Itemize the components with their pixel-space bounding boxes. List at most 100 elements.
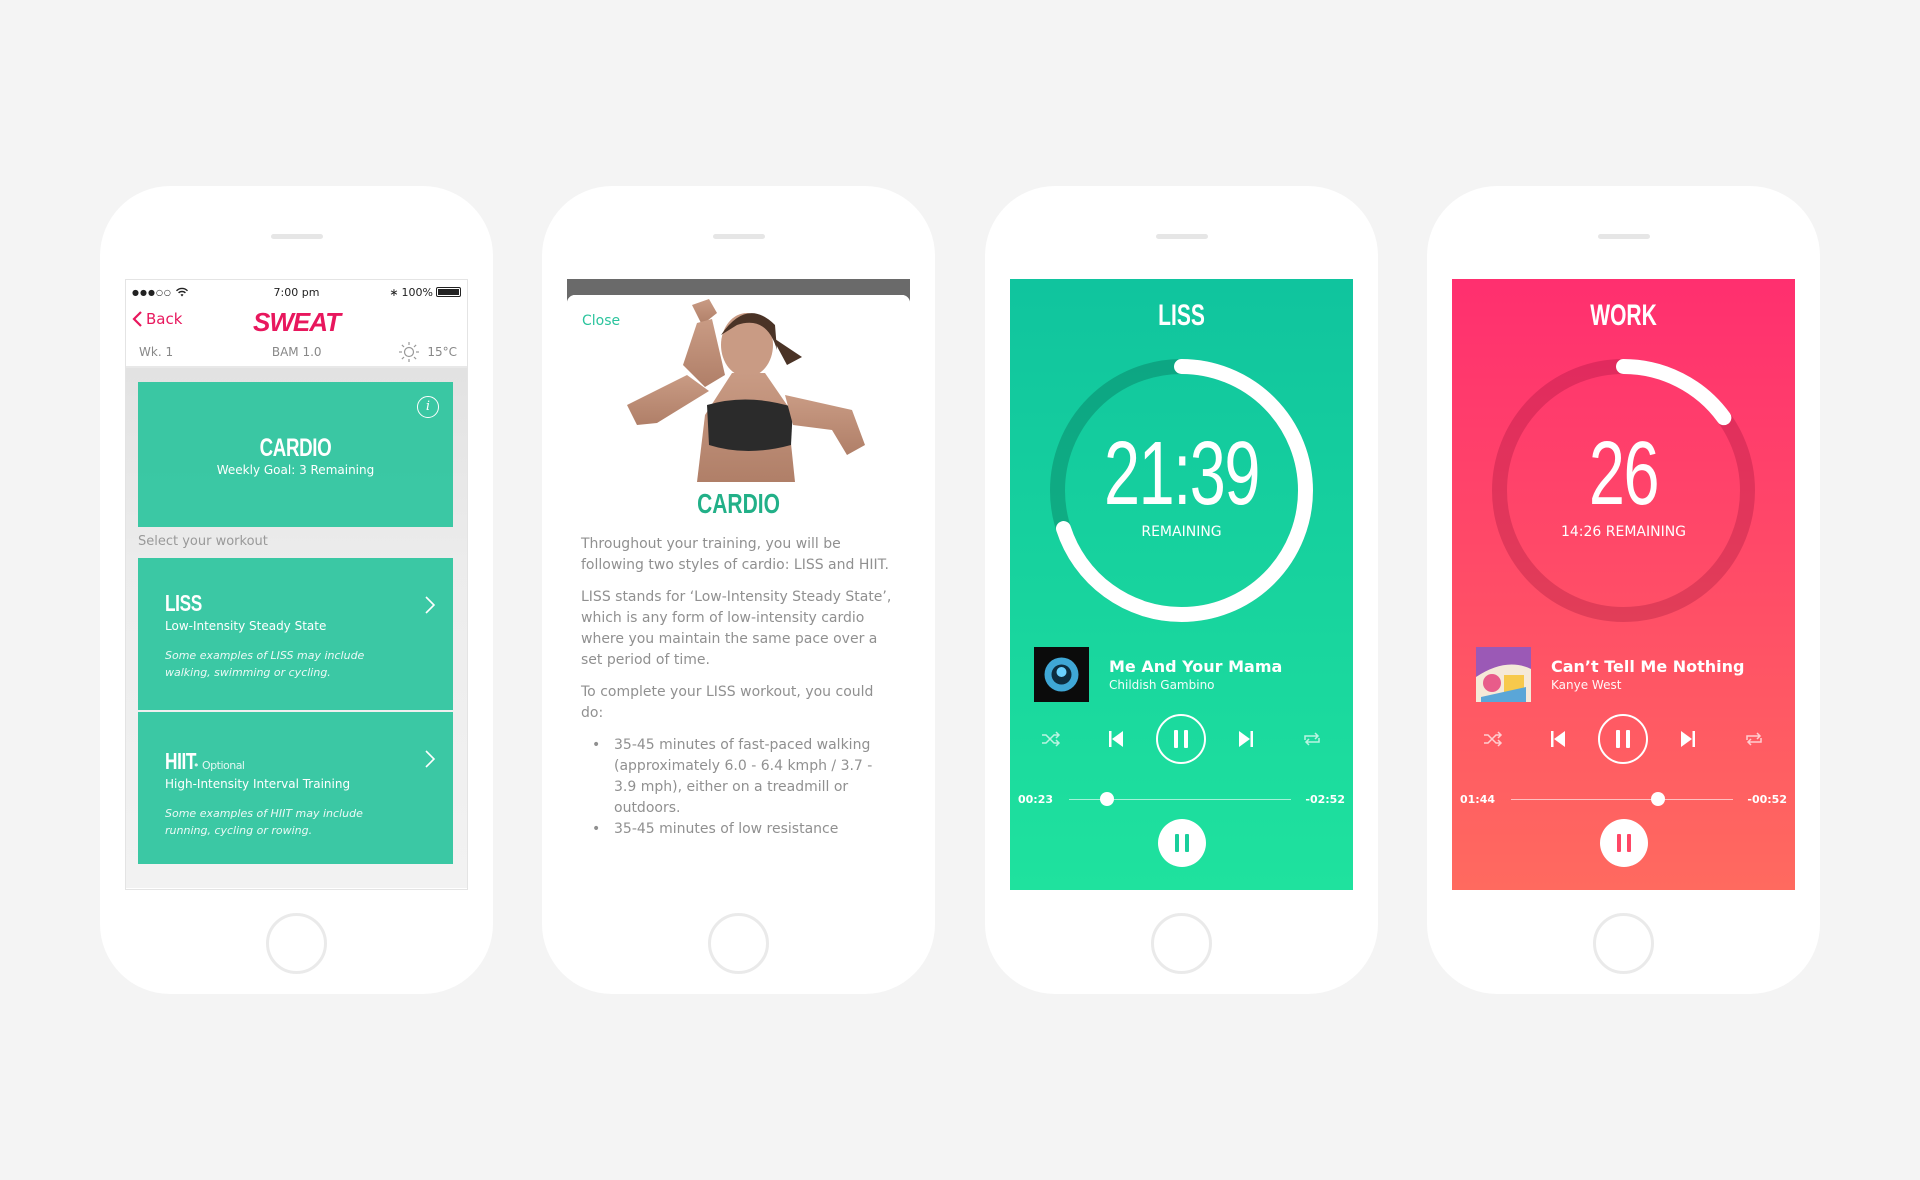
bullet-list: 35-45 minutes of fast-paced walking (app… (581, 735, 896, 840)
track-title: Me And Your Mama (1109, 657, 1283, 676)
screen-workout-select: ●●●○○ 7:00 pm ∗ 100% Back SWEAT Wk. 1 BA… (125, 279, 468, 890)
phone-workout-select: ●●●○○ 7:00 pm ∗ 100% Back SWEAT Wk. 1 BA… (100, 186, 493, 994)
seek-bar[interactable] (1511, 791, 1734, 806)
workout-card-hiit[interactable]: HIIT • Optional High-Intensity Interval T… (138, 712, 453, 864)
timer-pause-button[interactable] (1157, 819, 1206, 867)
battery-icon (436, 287, 461, 297)
phone-cardio-info: Close CARDIO Throughout your training, y… (542, 186, 935, 994)
chevron-right-icon (425, 596, 435, 614)
sun-icon (399, 342, 420, 362)
phone-speaker (712, 234, 765, 239)
bluetooth-icon: ∗ (389, 285, 399, 299)
now-playing: Me And Your Mama Childish Gambino (1034, 647, 1282, 702)
list-item: 35-45 minutes of low resistance (581, 819, 896, 840)
screen-work-timer: WORK 26 14:26 REMAINING Can’t Tell Me No… (1452, 279, 1795, 890)
close-button[interactable]: Close (582, 313, 620, 329)
workout-description: Some examples of HIIT may include runnin… (165, 807, 363, 837)
album-art (1034, 647, 1089, 702)
wifi-icon (175, 287, 188, 297)
info-icon[interactable]: i (417, 396, 439, 418)
workout-card-liss[interactable]: LISS Low-Intensity Steady State Some exa… (138, 558, 453, 710)
modal-title: CARDIO (697, 488, 780, 519)
repeat-icon (1304, 732, 1320, 746)
phone-speaker (1597, 234, 1650, 239)
paragraph: Throughout your training, you will be fo… (581, 536, 889, 573)
program-label: BAM 1.0 (271, 345, 322, 359)
workout-content: i CARDIO Weekly Goal: 3 Remaining Select… (126, 368, 467, 888)
cardio-banner: i CARDIO Weekly Goal: 3 Remaining (138, 382, 453, 527)
remaining-time: -02:52 (1305, 792, 1345, 806)
timer-title: WORK (1590, 299, 1657, 332)
timer-caption: 14:26 REMAINING (1560, 524, 1687, 540)
banner-subtitle: Weekly Goal: 3 Remaining (216, 463, 375, 477)
timer-value: 21:39 (1104, 424, 1260, 524)
banner-title: CARDIO (259, 434, 332, 462)
paragraph: LISS stands for ‘Low-Intensity Steady St… (581, 589, 892, 668)
list-item: 35-45 minutes of fast-paced walking (app… (581, 735, 896, 819)
workout-subtitle: High-Intensity Interval Training (165, 777, 351, 791)
timer-caption: REMAINING (1141, 524, 1222, 540)
phone-speaker (1155, 234, 1208, 239)
elapsed-time: 01:44 (1460, 792, 1496, 806)
weather: 15°C (398, 341, 457, 363)
battery-percent: 100% (401, 285, 433, 299)
previous-button[interactable] (1101, 712, 1131, 766)
previous-icon (1109, 731, 1123, 747)
screen-cardio-info: Close CARDIO Throughout your training, y… (567, 279, 910, 890)
home-button[interactable] (266, 913, 327, 974)
pause-icon (1156, 714, 1206, 764)
phone-work-timer: WORK 26 14:26 REMAINING Can’t Tell Me No… (1427, 186, 1820, 994)
repeat-button[interactable] (1739, 712, 1769, 766)
repeat-button[interactable] (1297, 712, 1327, 766)
pause-icon (1616, 834, 1621, 852)
timer-ring: 21:39 REMAINING (1050, 359, 1313, 622)
pause-button[interactable] (1596, 712, 1650, 766)
next-button[interactable] (1231, 712, 1261, 766)
cardio-info-modal: Close CARDIO Throughout your training, y… (567, 295, 910, 890)
shuffle-icon (1042, 731, 1061, 747)
track-artist: Childish Gambino (1109, 678, 1215, 692)
seek-bar[interactable] (1069, 791, 1292, 806)
timer-title: LISS (1158, 299, 1205, 332)
seek-knob[interactable] (1650, 791, 1665, 806)
status-bar: ●●●○○ 7:00 pm ∗ 100% (126, 280, 467, 304)
remaining-time: -00:52 (1747, 792, 1787, 806)
app-logo: SWEAT (253, 307, 341, 337)
shuffle-button[interactable] (1478, 712, 1508, 766)
now-playing: Can’t Tell Me Nothing Kanye West (1476, 647, 1745, 702)
select-workout-label: Select your workout (138, 534, 268, 549)
seek-knob[interactable] (1099, 791, 1114, 806)
pause-button[interactable] (1154, 712, 1208, 766)
program-bar: Wk. 1 BAM 1.0 15°C (126, 338, 467, 368)
workout-subtitle: Low-Intensity Steady State (165, 619, 327, 633)
shuffle-icon (1484, 731, 1503, 747)
repeat-icon (1746, 732, 1762, 746)
player-controls (1452, 712, 1795, 766)
timer-pause-button[interactable] (1599, 819, 1648, 867)
status-time: 7:00 pm (273, 285, 320, 299)
next-button[interactable] (1673, 712, 1703, 766)
screen-liss-timer: LISS 21:39 REMAINING Me And Your Mama Ch… (1010, 279, 1353, 890)
playback-progress: 00:23 -02:52 (1018, 790, 1345, 808)
elapsed-time: 00:23 (1018, 792, 1054, 806)
home-button[interactable] (1593, 913, 1654, 974)
previous-button[interactable] (1543, 712, 1573, 766)
workout-title: HIIT (165, 748, 197, 774)
next-icon (1239, 731, 1253, 747)
nav-bar: Back SWEAT (126, 304, 467, 338)
track-title: Can’t Tell Me Nothing (1551, 657, 1745, 676)
shuffle-button[interactable] (1036, 712, 1066, 766)
optional-tag: • Optional (193, 759, 245, 772)
athlete-illustration (627, 299, 865, 482)
album-art (1476, 647, 1531, 702)
track-artist: Kanye West (1551, 678, 1622, 692)
next-icon (1681, 731, 1695, 747)
player-controls (1010, 712, 1353, 766)
chevron-right-icon (425, 750, 435, 768)
home-button[interactable] (708, 913, 769, 974)
home-button[interactable] (1151, 913, 1212, 974)
signal-dots: ●●●○○ (132, 287, 172, 297)
playback-progress: 01:44 -00:52 (1460, 790, 1787, 808)
workout-description: Some examples of LISS may include walkin… (165, 649, 365, 679)
temperature: 15°C (427, 345, 457, 359)
